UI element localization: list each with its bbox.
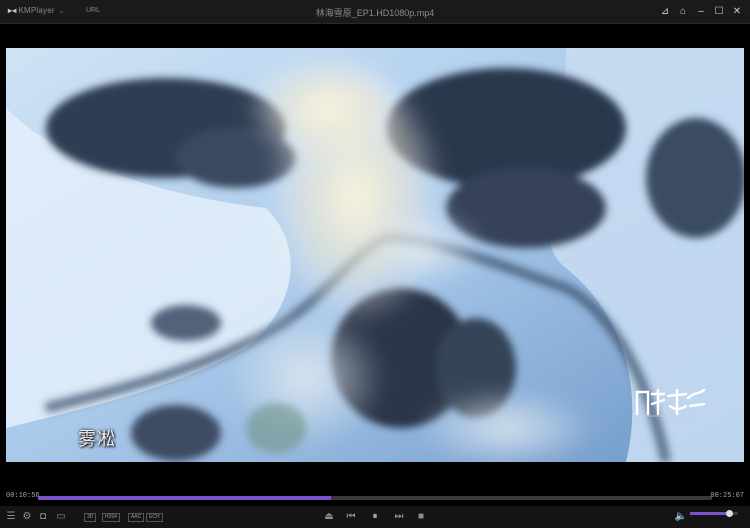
seek-bar[interactable] [38,496,712,500]
settings-gear-icon[interactable]: ⚙ [20,510,34,524]
vr-3d-icon[interactable]: ▭ [54,510,68,524]
maximize-icon[interactable]: ☐ [710,4,728,20]
channel-watermark-logo [635,388,706,417]
title-bar: ▸◂ KMPlayer ⌄ URL 林海雪原_EP1.HD1080p.mp4 ⊿ ⌂… [0,0,750,24]
format-tag-h264[interactable]: H264 [102,513,120,522]
seek-row: 00:10:56 00:25:07 [0,492,750,504]
control-bar: ☰ ⚙ ◘ ▭ 3D H264 AAC ECH ⏏ ⏮ ⏸ ⏭ ■ 🔈 [0,506,750,528]
video-subtitle: 雾凇 [78,429,116,450]
next-icon[interactable]: ⏭ [392,510,406,524]
elapsed-time: 00:10:56 [6,492,40,500]
window-title: 林海雪原_EP1.HD1080p.mp4 [315,8,435,18]
pause-icon[interactable]: ⏸ [368,510,382,524]
volume-icon[interactable]: 🔈 [674,510,688,524]
minimize-to-tray-icon[interactable]: ⌂ [674,4,692,20]
toggle-playlist-icon[interactable]: ☰ [4,510,18,524]
previous-icon[interactable]: ⏮ [344,510,358,524]
format-tag-ech[interactable]: ECH [146,513,163,522]
total-duration: 00:25:07 [710,492,744,500]
seek-bar-progress [38,496,332,500]
eject-icon[interactable]: ⏏ [322,510,336,524]
format-tag-3d[interactable]: 3D [84,513,97,522]
volume-slider[interactable] [690,510,738,517]
stop-icon[interactable]: ■ [414,510,428,524]
window-controls: ⊿ ⌂ – ☐ ✕ [656,4,746,20]
close-icon[interactable]: ✕ [728,4,746,20]
volume-slider-level [690,512,730,515]
capture-icon[interactable]: ◘ [36,510,50,524]
format-tag-aac[interactable]: AAC [128,513,145,522]
minimize-icon[interactable]: – [692,4,710,20]
pin-icon[interactable]: ⊿ [656,4,674,20]
